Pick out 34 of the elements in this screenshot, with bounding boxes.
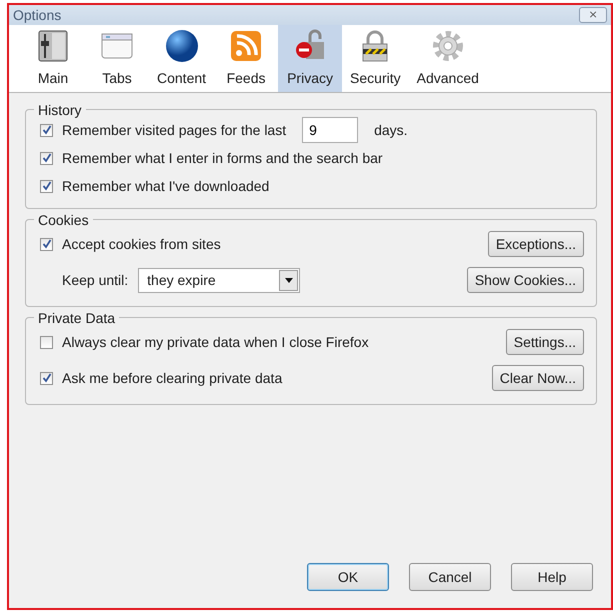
checkbox-label: Remember what I enter in forms and the search bar (62, 148, 383, 168)
checkbox-label: Ask me before clearing private data (62, 368, 282, 388)
dialog-button[interactable]: Settings... (506, 329, 584, 355)
checkbox-label: Always clear my private data when I close Firefox (62, 332, 369, 352)
close-button[interactable]: ⨯ (579, 7, 607, 23)
toolbar-tab[interactable]: Main (21, 25, 85, 92)
globe-icon (164, 28, 200, 64)
checkbox[interactable] (40, 152, 53, 164)
checkbox-label: Remember what I've downloaded (62, 176, 270, 196)
dialog-button[interactable]: Clear Now... (492, 365, 584, 391)
toolbar-tab[interactable]: Tabs (85, 25, 149, 92)
dropdown[interactable]: they expire (138, 268, 300, 292)
dialog-button[interactable]: Show Cookies... (466, 267, 584, 293)
unit-label: days. (374, 120, 408, 140)
dialog-button[interactable]: Cancel (409, 563, 491, 591)
toolbar-tab[interactable]: Security (342, 25, 409, 92)
dialog-button[interactable]: OK (307, 563, 389, 591)
checkbox[interactable] (40, 180, 53, 192)
toolbar-tab[interactable]: Content (149, 25, 214, 92)
checkbox-label: Remember visited pages for the last (62, 120, 286, 140)
field-label: Keep until: (62, 270, 128, 290)
dropdown-arrow-icon (284, 278, 293, 282)
checkbox[interactable] (40, 238, 53, 250)
dialog-button[interactable]: Exceptions... (488, 231, 584, 257)
number-field[interactable]: 9 (302, 117, 358, 143)
dialog-button[interactable]: Help (511, 563, 593, 591)
window-title: Options (13, 6, 62, 25)
checkbox[interactable] (40, 336, 53, 348)
toolbar-tab[interactable]: Privacy (278, 25, 342, 92)
checkbox[interactable] (40, 372, 53, 384)
toolbar-tab[interactable]: Advanced (408, 25, 487, 92)
checkbox-label: Accept cookies from sites (62, 234, 221, 254)
toolbar-tab[interactable]: Feeds (214, 25, 278, 92)
checkbox[interactable] (40, 124, 53, 136)
